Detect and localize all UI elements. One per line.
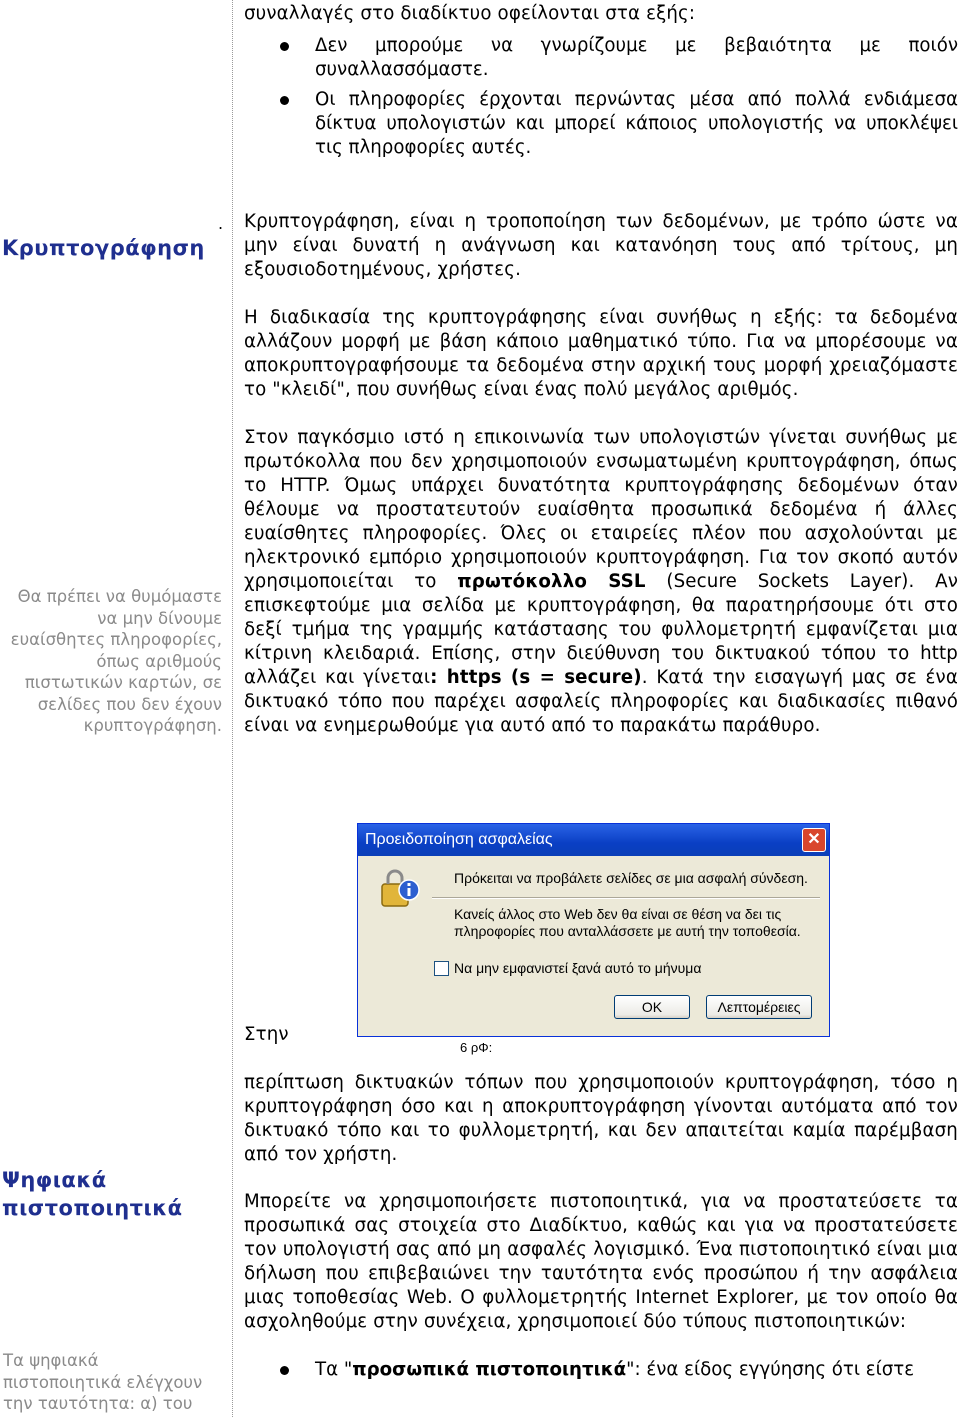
close-button[interactable]: ✕ [802,828,826,852]
list-item: Οι πληροφορίες έρχονται περνώντας μέσα α… [244,88,958,160]
https-term: : https (s = secure) [430,667,642,688]
ssl-term: πρωτόκολλο SSL [457,571,646,592]
checkbox-label: Να μην εμφανιστεί ξανά αυτό το μήνυμα [454,960,702,976]
dialog-titlebar: Προειδοποίηση ασφαλείας ✕ [358,824,829,856]
bullet-icon [280,42,289,51]
margin-divider [232,0,233,1417]
dialog-message-secondary: Κανείς άλλος στο Web δεν θα είναι σε θέσ… [454,906,801,939]
dialog-title: Προειδοποίηση ασφαλείας [365,831,553,848]
dont-show-again-checkbox[interactable] [434,961,449,976]
paragraph: Μπορείτε να χρησιμοποιήσετε πιστοποιητικ… [244,1191,958,1332]
section-heading-encryption: Κρυπτογράφηση [2,236,205,260]
paragraph: περίπτωση δικτυακών τόπων που χρησιμοποι… [244,1072,958,1165]
bullet-icon [280,96,289,105]
paragraph: Κρυπτογράφηση, είναι η τροποποίηση των δ… [244,211,958,280]
details-button[interactable]: Λεπτομέρειες [706,995,812,1019]
list-item: Τα "προσωπικά πιστοποιητικά": ένα είδος … [244,1358,958,1382]
risk-list: Δεν μπορούμε να γνωρίζουμε με βεβαιότητα… [244,34,958,160]
section-heading-certificates: Ψηφιακά πιστοποιητικά [2,1168,183,1220]
side-note-encryption: Θα πρέπει να θυμόμαστε να μην δίνουμε ευ… [10,587,222,735]
security-lock-icon [381,869,420,907]
encryption-body: Κρυπτογράφηση, είναι η τροποποίηση των δ… [244,210,958,738]
certificates-body: Μπορείτε να χρησιμοποιήσετε πιστοποιητικ… [244,1190,958,1382]
after-dialog-block: Στην περίπτωση δικτυακών τόπων που χρησι… [244,1023,958,1167]
paragraph: Η διαδικασία της κρυπτογράφησης είναι συ… [244,307,958,400]
security-warning-dialog: Προειδοποίηση ασφαλείας ✕ Πρόκειται να π… [357,823,830,1037]
dialog-separator [432,897,820,899]
bullet-icon [280,1366,289,1375]
paragraph-lead: Στην [244,1024,289,1045]
dialog-message-primary: Πρόκειται να προβάλετε σελίδες σε μια ασ… [454,870,808,886]
ok-button[interactable]: OK [614,995,690,1019]
heading-dot: . [218,214,224,233]
intro-text: συναλλαγές στο διαδίκτυο οφείλονται στα … [244,3,696,24]
certificate-types-list: Τα "προσωπικά πιστοποιητικά": ένα είδος … [244,1358,958,1382]
side-note-certificates: Τα ψηφιακά πιστοποιητικά ελέγχουν την τα… [3,1351,203,1413]
paragraph: Στον παγκόσμιο ιστό η επικοινωνία των υπ… [244,427,958,736]
intro-block: συναλλαγές στο διαδίκτυο οφείλονται στα … [244,2,958,160]
list-item: Δεν μπορούμε να γνωρίζουμε με βεβαιότητα… [244,34,958,82]
